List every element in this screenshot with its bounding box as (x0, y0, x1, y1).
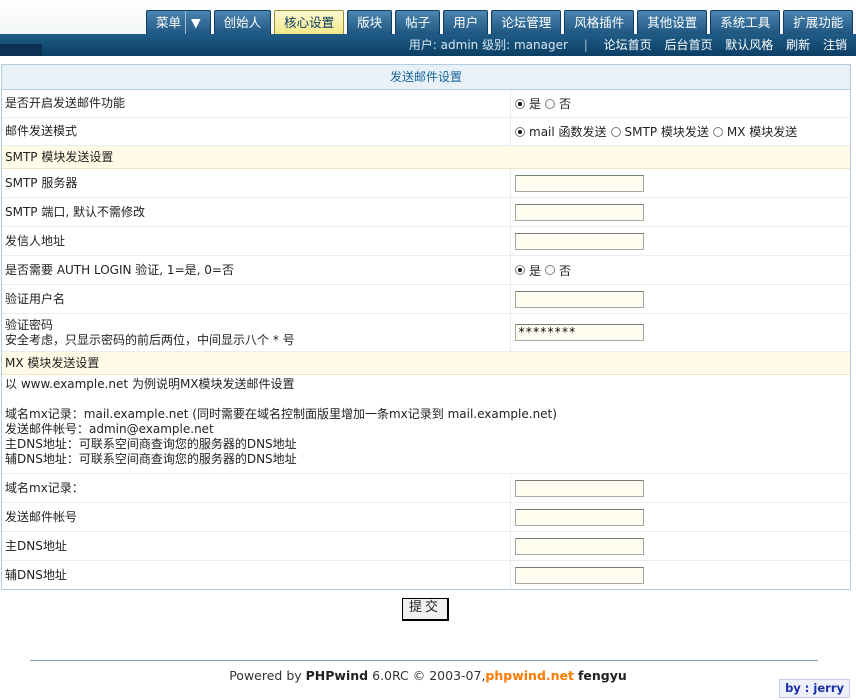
label-mx-record: 域名mx记录： (5, 480, 84, 495)
tab-other-settings[interactable]: 其他设置 (637, 10, 708, 34)
footer-site-link[interactable]: phpwind.net (485, 668, 574, 683)
label-smtp-server: SMTP 服务器 (5, 175, 78, 190)
tab-forum-admin[interactable]: 论坛管理 (491, 10, 562, 34)
chevron-down-icon[interactable]: ▼ (185, 11, 201, 34)
user-info: 用户: admin 级别: manager | 论坛首页 后台首页 默认风格 刷… (409, 34, 856, 56)
section-mx: MX 模块发送设置 (2, 352, 850, 375)
tab-extensions[interactable]: 扩展功能 (783, 10, 854, 34)
row-sender: 发信人地址 (2, 227, 850, 256)
radio-mode-mx[interactable]: MX 模块发送 (712, 123, 797, 140)
footer-version: 6.0RC © 2003-07, (372, 668, 486, 683)
tab-menu[interactable]: 菜单 ▼ (146, 10, 211, 34)
radio-unchecked-icon[interactable] (712, 126, 723, 137)
row-enable-mail: 是否开启发送邮件功能 是 否 (2, 90, 850, 118)
radio-unchecked-icon[interactable] (610, 126, 621, 137)
primary-dns-input[interactable] (515, 537, 644, 555)
row-smtp-port: SMTP 端口, 默认不需修改 (2, 198, 850, 227)
auth-user-input[interactable] (515, 290, 644, 308)
footer-product: PHPwind (305, 668, 369, 683)
submit-button[interactable]: 提交 (402, 598, 449, 621)
mx-info-line: 辅DNS地址：可联系空间商查询您的服务器的DNS地址 (5, 452, 297, 466)
byline: by : jerry (779, 679, 850, 698)
sender-input[interactable] (515, 232, 644, 250)
secondary-dns-input[interactable] (515, 566, 644, 584)
nav-bar: 用户: admin 级别: manager | 论坛首页 后台首页 默认风格 刷… (0, 34, 856, 56)
mx-account-input[interactable] (515, 508, 644, 526)
radio-unchecked-icon[interactable] (545, 98, 556, 109)
row-primary-dns: 主DNS地址 (2, 532, 850, 561)
label-auth-login: 是否需要 AUTH LOGIN 验证, 1=是, 0=否 (5, 262, 234, 277)
mx-info-line: 域名mx记录：mail.example.net (同时需要在域名控制面版里增加一… (5, 407, 557, 421)
mx-info: 以 www.example.net 为例说明MX模块发送邮件设置 域名mx记录：… (2, 375, 850, 474)
radio-mode-smtp[interactable]: SMTP 模块发送 (610, 123, 709, 140)
user-level: manager (513, 38, 568, 52)
auth-password-input[interactable] (515, 324, 644, 341)
password-note: 安全考虑，只显示密码的前后两位，中间显示八个 * 号 (5, 332, 295, 347)
footer-author: fengyu (577, 668, 627, 683)
tab-users[interactable]: 用户 (443, 10, 489, 34)
radio-checked-icon[interactable] (515, 126, 525, 137)
footer-prefix: Powered by (229, 668, 302, 683)
row-auth-login: 是否需要 AUTH LOGIN 验证, 1=是, 0=否 是 否 (2, 256, 850, 285)
row-auth-password: 验证密码 安全考虑，只显示密码的前后两位，中间显示八个 * 号 (2, 314, 850, 352)
label-auth-password: 验证密码 安全考虑，只显示密码的前后两位，中间显示八个 * 号 (2, 318, 510, 348)
link-logout[interactable]: 注销 (823, 38, 847, 52)
section-smtp: SMTP 模块发送设置 (2, 146, 850, 169)
user-prefix: 用户: (408, 38, 437, 52)
mx-info-line: 发送邮件帐号：admin@example.net (5, 422, 214, 436)
radio-checked-icon[interactable] (515, 98, 525, 109)
mx-info-intro: 以 www.example.net 为例说明MX模块发送邮件设置 (5, 377, 295, 391)
tab-styles-plugins[interactable]: 风格插件 (564, 10, 635, 34)
smtp-port-input[interactable] (515, 203, 644, 221)
footer: Powered by PHPwind 6.0RC © 2003-07,phpwi… (0, 668, 856, 683)
radio-checked-icon[interactable] (515, 265, 525, 275)
row-send-mode: 邮件发送模式 mail 函数发送 SMTP 模块发送 MX 模块发送 (2, 118, 850, 146)
smtp-server-input[interactable] (515, 174, 644, 192)
mail-settings-panel: 发送邮件设置 是否开启发送邮件功能 是 否 邮件发送模式 mail 函数发送 S… (1, 64, 851, 590)
tab-system-tools[interactable]: 系统工具 (710, 10, 781, 34)
password-label: 验证密码 (5, 317, 54, 332)
label-smtp-port: SMTP 端口, 默认不需修改 (5, 204, 145, 219)
tab-founder[interactable]: 创始人 (213, 10, 272, 34)
radio-enable-yes[interactable]: 是 (515, 95, 541, 112)
label-primary-dns: 主DNS地址 (5, 538, 67, 553)
label-secondary-dns: 辅DNS地址 (5, 567, 67, 582)
separator: | (583, 38, 588, 52)
link-forum-home[interactable]: 论坛首页 (604, 38, 652, 52)
footer-divider (30, 660, 818, 661)
tab-core-settings[interactable]: 核心设置 (274, 10, 345, 34)
user-level-label: 级别: (482, 38, 511, 52)
radio-auth-no[interactable]: 否 (545, 262, 571, 279)
link-refresh[interactable]: 刷新 (786, 38, 810, 52)
label-mx-account: 发送邮件帐号 (5, 509, 78, 524)
mx-info-line: 主DNS地址：可联系空间商查询您的服务器的DNS地址 (5, 437, 297, 451)
link-default-style[interactable]: 默认风格 (725, 38, 773, 52)
panel-title: 发送邮件设置 (2, 65, 850, 90)
row-smtp-server: SMTP 服务器 (2, 169, 850, 198)
tab-threads[interactable]: 帖子 (395, 10, 441, 34)
row-auth-user: 验证用户名 (2, 285, 850, 314)
mx-record-input[interactable] (515, 479, 644, 497)
link-admin-home[interactable]: 后台首页 (664, 38, 712, 52)
radio-enable-no[interactable]: 否 (545, 95, 571, 112)
main-tabs: 菜单 ▼ 创始人 核心设置 版块 帖子 用户 论坛管理 风格插件 其他设置 系统工… (146, 10, 854, 34)
row-mx-account: 发送邮件帐号 (2, 503, 850, 532)
tab-forums[interactable]: 版块 (347, 10, 393, 34)
radio-auth-yes[interactable]: 是 (515, 262, 541, 279)
label-enable-mail: 是否开启发送邮件功能 (5, 96, 126, 110)
label-sender: 发信人地址 (5, 233, 66, 248)
row-secondary-dns: 辅DNS地址 (2, 561, 850, 589)
label-send-mode: 邮件发送模式 (5, 124, 78, 138)
label-auth-user: 验证用户名 (5, 291, 66, 306)
top-header: 菜单 ▼ 创始人 核心设置 版块 帖子 用户 论坛管理 风格插件 其他设置 系统工… (0, 0, 856, 34)
radio-unchecked-icon[interactable] (545, 265, 556, 275)
nav-accent (0, 44, 42, 56)
row-mx-record: 域名mx记录： (2, 474, 850, 503)
radio-mode-mail[interactable]: mail 函数发送 (515, 123, 607, 140)
user-name: admin (440, 38, 479, 52)
